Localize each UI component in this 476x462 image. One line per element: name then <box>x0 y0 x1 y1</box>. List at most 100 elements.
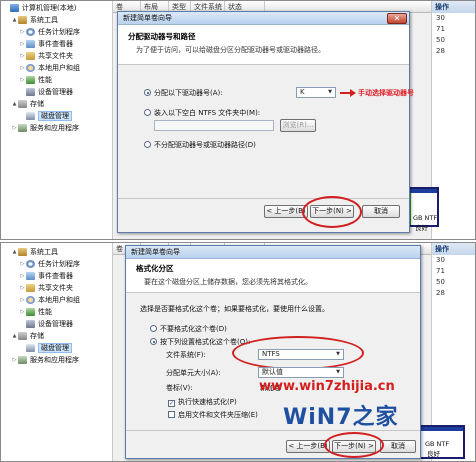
disk-icon <box>26 112 35 120</box>
expand-arrow-icon[interactable]: ▷ <box>19 39 26 50</box>
radio-unselected-icon[interactable] <box>144 109 151 116</box>
services-icon <box>18 356 27 364</box>
expand-arrow-icon[interactable]: ▷ <box>19 51 26 62</box>
tree-item-label: 磁盘管理 <box>38 111 72 121</box>
expand-arrow-icon[interactable]: ▷ <box>19 271 26 282</box>
tree-item-label: 共享文件夹 <box>38 52 73 60</box>
cancel-button[interactable]: 取消 <box>380 440 416 453</box>
tree-item[interactable]: ▷ 事件查看器 <box>19 39 73 50</box>
format-option[interactable]: 按下列设置格式化这个卷(O): <box>150 337 250 347</box>
expand-arrow-icon[interactable]: ▷ <box>11 123 18 134</box>
tree-item[interactable]: 设备管理器 <box>19 319 73 330</box>
expand-arrow-icon[interactable]: ▷ <box>19 307 26 318</box>
tree-item[interactable]: ▲ 系统工具 <box>11 247 58 258</box>
radio-selected-icon[interactable] <box>150 338 157 345</box>
tree-item[interactable]: ▷ 共享文件夹 <box>19 51 73 62</box>
no-format-option[interactable]: 不要格式化这个卷(D) <box>150 324 227 334</box>
dialog-header-description: 为了便于访问，可以给磁盘分区分配驱动器号或驱动器路径。 <box>136 46 325 54</box>
tree-item[interactable]: ▷ 事件查看器 <box>19 271 73 282</box>
tree-item[interactable]: ▷ 性能 <box>19 75 52 86</box>
device-manager-icon <box>26 320 35 328</box>
tree-item-label: 性能 <box>38 308 52 316</box>
option-label: 分配以下驱动器号(A): <box>154 89 223 97</box>
compression-checkbox[interactable]: 启用文件和文件夹压缩(E) <box>168 410 258 420</box>
action-value: 28 <box>436 289 445 297</box>
storage-icon <box>18 332 27 340</box>
actions-header: 操作 <box>432 243 475 255</box>
cancel-button[interactable]: 取消 <box>362 205 400 218</box>
tree-item[interactable]: ▷ 任务计划程序 <box>19 259 80 270</box>
expand-arrow-icon[interactable]: ▲ <box>11 331 18 342</box>
tree-item-label: 事件查看器 <box>38 40 73 48</box>
expand-arrow-icon[interactable]: ▲ <box>11 247 18 258</box>
tree-item[interactable]: 磁盘管理 <box>19 343 72 354</box>
tree-item-label: 系统工具 <box>30 248 58 256</box>
radio-unselected-icon[interactable] <box>150 325 157 332</box>
volume-label-label: 卷标(V): <box>166 384 193 392</box>
tree-item[interactable]: ▷ 性能 <box>19 307 52 318</box>
radio-unselected-icon[interactable] <box>144 141 151 148</box>
tree-item-label: 计算机管理(本地) <box>22 4 77 12</box>
annotation-text: 手动选择驱动器号 <box>358 89 414 97</box>
tree-item-label: 服务和应用程序 <box>30 124 79 132</box>
tools-icon <box>18 16 27 24</box>
tree-item[interactable]: ▷ 服务和应用程序 <box>11 355 79 366</box>
expand-arrow-icon[interactable]: ▷ <box>19 75 26 86</box>
tree-item-label: 任务计划程序 <box>38 28 80 36</box>
tree-item[interactable]: ▷ 任务计划程序 <box>19 27 80 38</box>
quick-format-checkbox[interactable]: ✓ 执行快速格式化(P) <box>168 397 237 407</box>
chevron-down-icon: ▼ <box>328 89 332 95</box>
close-icon[interactable]: ✕ <box>387 13 407 24</box>
tree-item[interactable]: ▲ 存储 <box>11 331 44 342</box>
event-log-icon <box>26 272 35 280</box>
checkbox-unchecked-icon[interactable] <box>168 411 175 418</box>
users-icon <box>26 296 35 304</box>
expand-arrow-icon[interactable]: ▷ <box>11 355 18 366</box>
tree-item-label: 设备管理器 <box>38 88 73 96</box>
annotation-circle <box>302 196 362 228</box>
expand-arrow-icon[interactable]: ▷ <box>19 27 26 38</box>
drive-letter-value: K <box>300 88 305 96</box>
tree-item[interactable]: ▷ 服务和应用程序 <box>11 123 79 134</box>
disk-status-label: 良好 <box>427 450 440 458</box>
expand-arrow-icon[interactable]: ▷ <box>19 259 26 270</box>
allocation-unit-select[interactable]: 默认值 ▼ <box>258 367 344 378</box>
tree-item[interactable]: ▷ 本地用户和组 <box>19 63 80 74</box>
console-tree-top: 计算机管理(本地) ▲ 系统工具 ▷ 任务计划程序 ▷ 事件查看器 ▷ 共享文件夹 ▷ 本地用户和组… <box>1 1 113 239</box>
mount-folder-option[interactable]: 装入以下空白 NTFS 文件夹中(M): <box>144 108 260 118</box>
tree-item[interactable]: ▲ 存储 <box>11 99 44 110</box>
dialog-header-description: 要在这个磁盘分区上储存数据，您必须先将其格式化。 <box>144 278 312 286</box>
tree-item-label: 任务计划程序 <box>38 260 80 268</box>
allocation-unit-label: 分配单元大小(A): <box>166 369 221 377</box>
drive-letter-select[interactable]: K ▼ <box>296 87 336 98</box>
watermark-logo-seven: 7 <box>336 405 353 430</box>
expand-arrow-icon[interactable]: ▷ <box>19 283 26 294</box>
console-tree-bottom: ▲ 系统工具 ▷ 任务计划程序 ▷ 事件查看器 ▷ 共享文件夹 ▷ 本地用户和组 ▷ 性能 设备管理器 ▲… <box>1 243 113 461</box>
annotation-arrow-head-icon <box>350 89 356 97</box>
expand-arrow-icon[interactable]: ▲ <box>11 15 18 26</box>
dialog-header-title: 分配驱动器号和路径 <box>128 32 196 41</box>
tree-item[interactable]: 设备管理器 <box>19 87 73 98</box>
radio-selected-icon[interactable] <box>144 89 151 96</box>
tree-item[interactable]: ▲ 系统工具 <box>11 15 58 26</box>
tree-item[interactable]: ▷ 共享文件夹 <box>19 283 73 294</box>
tree-item-label: 事件查看器 <box>38 272 73 280</box>
expand-arrow-icon[interactable]: ▷ <box>19 295 26 306</box>
tree-item-label: 存储 <box>30 100 44 108</box>
tree-item[interactable]: 计算机管理(本地) <box>3 3 76 14</box>
tree-item-label: 磁盘管理 <box>38 343 72 353</box>
shared-folder-icon <box>26 284 35 292</box>
action-value: 30 <box>436 14 445 22</box>
checkbox-checked-icon[interactable]: ✓ <box>168 400 175 407</box>
mount-folder-path-input[interactable] <box>154 120 274 131</box>
tree-item-label: 共享文件夹 <box>38 284 73 292</box>
tree-item[interactable]: ▷ 本地用户和组 <box>19 295 80 306</box>
tree-item[interactable]: 磁盘管理 <box>19 111 72 122</box>
expand-arrow-icon[interactable]: ▲ <box>11 99 18 110</box>
performance-icon <box>26 76 35 84</box>
no-drive-letter-option[interactable]: 不分配驱动器号或驱动器路径(D) <box>144 140 256 150</box>
browse-button[interactable]: 浏览(R)... <box>280 119 316 132</box>
expand-arrow-icon[interactable]: ▷ <box>19 63 26 74</box>
tree-item-label: 系统工具 <box>30 16 58 24</box>
assign-drive-letter-option[interactable]: 分配以下驱动器号(A): <box>144 88 223 98</box>
